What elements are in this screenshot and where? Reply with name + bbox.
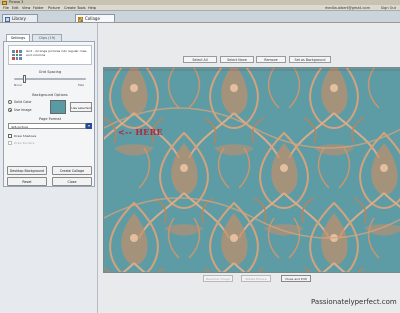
tab-collage-label: Collage bbox=[85, 16, 100, 21]
tab-library-label: Library bbox=[12, 16, 26, 21]
tab-collage[interactable]: Collage bbox=[75, 14, 115, 22]
select-all-button[interactable]: Select All bbox=[183, 56, 217, 63]
draw-borders-label: Draw Borders bbox=[14, 140, 35, 145]
draw-shadows-label: Draw Shadows bbox=[14, 133, 37, 138]
here-annotation: <-- HERE bbox=[118, 127, 163, 137]
solid-color-label: Solid Color bbox=[14, 99, 32, 104]
layout-description: Grid - Arrange pictures into regular row… bbox=[26, 49, 87, 57]
use-image-label: Use Image bbox=[14, 107, 32, 112]
tab-clips[interactable]: Clips (19) bbox=[32, 34, 62, 41]
tab-settings[interactable]: Settings bbox=[6, 34, 30, 41]
use-selected-button[interactable]: Use selected bbox=[70, 102, 92, 112]
layout-selector[interactable]: Grid - Arrange pictures into regular row… bbox=[8, 45, 92, 65]
app-icon bbox=[2, 0, 7, 5]
library-icon bbox=[5, 16, 10, 22]
grid-spacing-label: Grid Spacing bbox=[38, 70, 62, 74]
create-collage-button[interactable]: Create Collage bbox=[52, 166, 92, 175]
draw-shadows-checkbox[interactable] bbox=[8, 134, 12, 138]
background-options-label: Background Options bbox=[32, 93, 68, 97]
use-image-radio[interactable] bbox=[8, 108, 12, 112]
background-image-swatch[interactable] bbox=[50, 100, 66, 114]
watermark-text: Passionatelyperfect.com bbox=[311, 298, 397, 306]
rotate-picture-button[interactable]: Rotate Picture bbox=[241, 275, 271, 282]
collage-settings-panel: Settings Clips (19) Grid - Arrange pictu… bbox=[0, 23, 98, 313]
chevron-down-icon[interactable]: ▾ bbox=[86, 123, 92, 129]
desktop-background-button[interactable]: Desktop Background bbox=[7, 166, 47, 175]
panel-tabs: Settings Clips (19) bbox=[3, 34, 95, 41]
grid-layout-icon bbox=[12, 50, 22, 60]
page-format-label: Page Format bbox=[39, 117, 61, 121]
reset-button[interactable]: Reset bbox=[7, 177, 47, 186]
slider-min-label: None bbox=[14, 83, 22, 87]
select-none-button[interactable]: Select None bbox=[220, 56, 254, 63]
close-button[interactable]: Close bbox=[52, 177, 92, 186]
collage-workspace: Select All Select None Remove Set as Bac… bbox=[98, 23, 400, 313]
grid-spacing-slider-handle[interactable] bbox=[23, 75, 27, 83]
collage-icon bbox=[78, 16, 83, 22]
solid-color-radio[interactable] bbox=[8, 100, 12, 104]
remove-button[interactable]: Remove bbox=[256, 56, 286, 63]
app-tab-bar: Library Collage bbox=[0, 11, 400, 23]
close-and-edit-button[interactable]: Close and Edit bbox=[281, 275, 311, 282]
tab-library[interactable]: Library bbox=[2, 14, 38, 22]
recenter-image-button[interactable]: Recenter Image bbox=[203, 275, 233, 282]
damask-pattern-image bbox=[104, 68, 400, 272]
slider-max-label: Max bbox=[78, 83, 85, 87]
page-format-select[interactable]: 4x6 picture bbox=[8, 123, 86, 129]
collage-canvas[interactable] bbox=[103, 67, 400, 273]
set-as-background-button[interactable]: Set as Background bbox=[289, 56, 331, 63]
draw-borders-checkbox[interactable] bbox=[8, 141, 12, 145]
